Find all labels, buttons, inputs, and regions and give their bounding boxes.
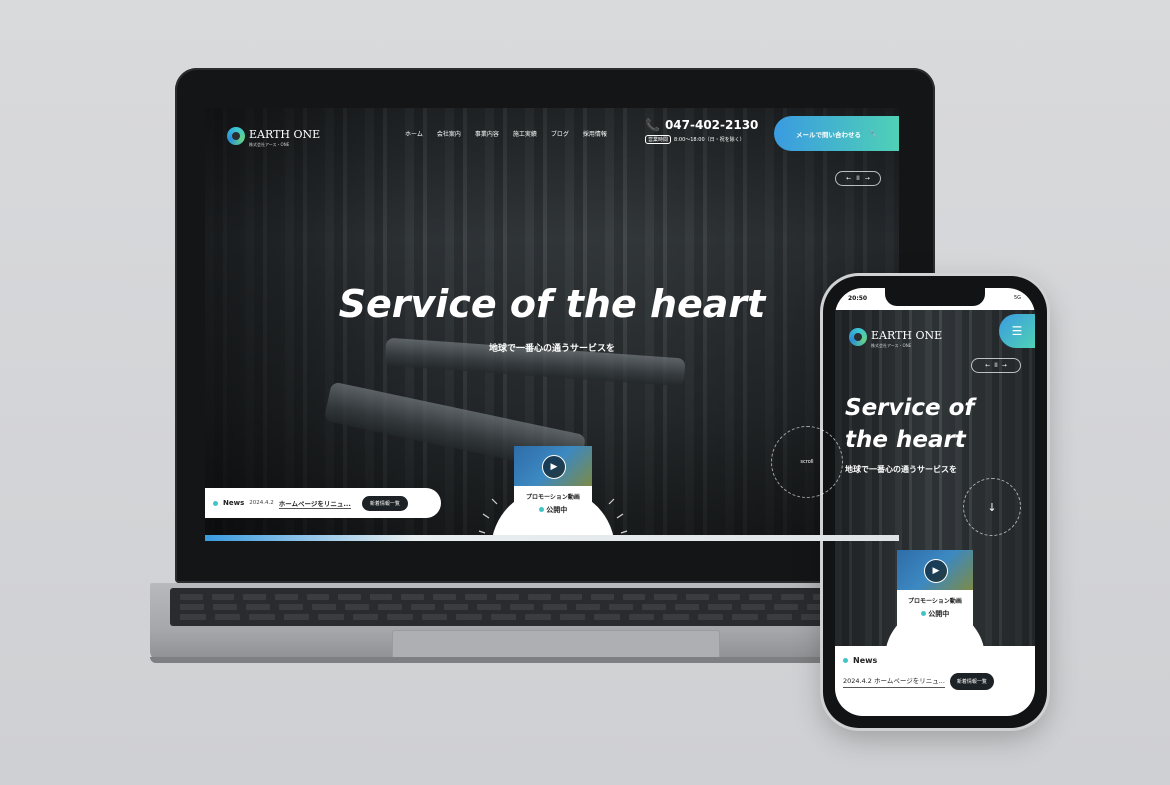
play-icon[interactable]: ▶ <box>542 455 566 479</box>
news-label: News <box>223 499 245 507</box>
arrow-down-icon: ↓ <box>987 500 997 514</box>
phone-icon: 📞 <box>645 118 660 132</box>
logo-text: EARTH ONE <box>249 128 321 141</box>
play-icon[interactable]: ▶ <box>924 559 948 583</box>
phone-news: News 2024.4.2 ホームページをリニュ... 新着情報一覧 <box>843 656 1029 690</box>
phone-news-list-button[interactable]: 新着情報一覧 <box>949 673 994 690</box>
nav-item-business[interactable]: 事業内容 <box>475 129 499 138</box>
news-list-button[interactable]: 新着情報一覧 <box>361 495 408 511</box>
mail-button-label: メールで問い合わせる <box>795 130 861 139</box>
phone-slider-next-button[interactable]: → <box>1002 362 1007 369</box>
phone-site-logo[interactable]: EARTH ONE 株式会社アース・ONE <box>849 324 942 349</box>
scroll-label: scroll <box>800 459 814 465</box>
phone-promo-status: 公開中 <box>897 609 973 619</box>
news-dot-icon <box>843 658 848 663</box>
nav-item-company[interactable]: 会社案内 <box>437 129 461 138</box>
promo-status: 公開中 <box>514 505 592 515</box>
phone-news-label: News <box>853 656 878 665</box>
main-nav: ホーム 会社案内 事業内容 施工実績 ブログ 採用情報 <box>405 129 607 138</box>
slider-next-button[interactable]: → <box>865 175 870 182</box>
slider-prev-button[interactable]: ← <box>846 175 851 182</box>
phone-promo-status-text: 公開中 <box>928 610 950 618</box>
nav-item-home[interactable]: ホーム <box>405 129 423 138</box>
phone-slider-prev-button[interactable]: ← <box>985 362 990 369</box>
slider-controls: ← II → <box>835 171 881 186</box>
earth-logo-icon <box>227 126 245 145</box>
earth-logo-icon <box>849 327 867 346</box>
phone-news-date: 2024.4.2 <box>843 677 872 685</box>
phone-logo-text: EARTH ONE <box>871 329 943 342</box>
promo-video-card[interactable]: ▶ プロモーション動画 公開中 <box>514 446 592 522</box>
promo-thumbnail: ▶ <box>514 446 592 486</box>
hero-title: Service of the heart <box>338 282 766 326</box>
nav-item-works[interactable]: 施工実績 <box>513 129 537 138</box>
slider-pause-button[interactable]: II <box>856 175 860 182</box>
status-dot-icon <box>920 611 926 616</box>
news-dot-icon <box>213 500 218 506</box>
hours-badge: 営業時間 <box>645 135 672 144</box>
menu-icon[interactable]: ☰ <box>999 314 1035 348</box>
site-logo[interactable]: EARTH ONE 株式会社アース・ONE <box>227 123 320 148</box>
phone-number: 047-402-2130 <box>664 118 759 132</box>
phone-scroll-badge[interactable]: ↓ <box>963 478 1021 536</box>
phone-promo-label: プロモーション動画 <box>908 598 962 605</box>
phone-slider-pause-button[interactable]: II <box>994 362 998 369</box>
business-hours: 8:00～18:00（日・祝を除く） <box>674 137 745 143</box>
key-row <box>180 594 930 600</box>
phone-slider-controls: ← II → <box>971 358 1021 373</box>
contact-phone[interactable]: 📞 047-402-2130 営業時間 8:00～18:00（日・祝を除く） <box>645 118 758 144</box>
news-ticker: News 2024.4.2 ホームページをリニュ... 新着情報一覧 <box>205 488 441 518</box>
key-row <box>180 604 930 610</box>
phone-hero-title-line2: the heart <box>845 427 966 453</box>
phone-signal: 5G <box>1013 295 1021 301</box>
logo-subtext: 株式会社アース・ONE <box>249 142 290 147</box>
laptop-screen: EARTH ONE 株式会社アース・ONE ホーム 会社案内 事業内容 施工実績… <box>205 108 899 541</box>
phone-promo-video-card[interactable]: ▶ プロモーション動画 公開中 <box>897 550 973 626</box>
phone-logo-subtext: 株式会社アース・ONE <box>871 343 912 348</box>
phone-promo-thumbnail: ▶ <box>897 550 973 590</box>
promo-label: プロモーション動画 <box>526 494 580 501</box>
phone-hero-title: Service of the heart <box>845 392 974 456</box>
site-header: EARTH ONE 株式会社アース・ONE ホーム 会社案内 事業内容 施工実績… <box>205 108 899 158</box>
phone-hero-title-line1: Service of <box>845 395 975 421</box>
phone-hero-subtitle: 地球で一番心の通うサービスを <box>845 465 957 474</box>
hero-bottom-bar <box>205 535 899 541</box>
key-row <box>180 614 930 620</box>
promo-status-text: 公開中 <box>546 506 568 514</box>
hero-subtitle: 地球で一番心の通うサービスを <box>488 344 615 354</box>
nav-item-recruit[interactable]: 採用情報 <box>583 129 607 138</box>
phone-news-headline-link[interactable]: 2024.4.2 ホームページをリニュ... <box>843 675 945 688</box>
phone-time: 20:50 <box>848 295 868 302</box>
laptop-trackpad <box>392 630 720 660</box>
phone-news-headline: ホームページをリニュ... <box>874 677 945 685</box>
scroll-badge[interactable]: scroll <box>771 426 843 498</box>
phone-notch <box>885 288 985 306</box>
news-headline-link[interactable]: ホームページをリニュ... <box>278 498 351 509</box>
wrench-icon: 🔧 <box>868 129 878 138</box>
nav-item-blog[interactable]: ブログ <box>551 129 569 138</box>
mail-contact-button[interactable]: メールで問い合わせる 🔧 <box>774 116 899 151</box>
news-date: 2024.4.2 <box>249 500 274 506</box>
status-dot-icon <box>538 507 544 512</box>
